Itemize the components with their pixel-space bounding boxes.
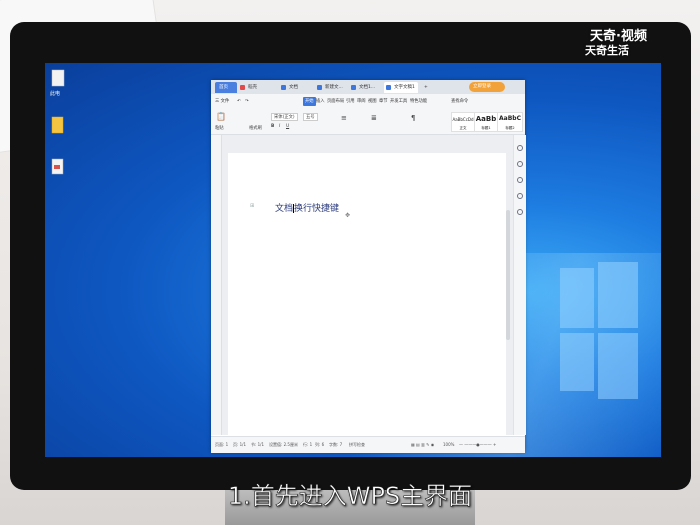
zoom-level[interactable]: 100% — [443, 442, 454, 447]
add-tab-button[interactable]: + — [422, 82, 432, 93]
status-pages: 页: 1/1 — [233, 442, 247, 447]
bold-button[interactable]: B — [271, 124, 274, 129]
style-normal[interactable]: AaBbCcDd 正文 — [451, 112, 475, 132]
redo-icon[interactable]: ↷ — [245, 97, 249, 106]
doc-icon[interactable] — [49, 158, 67, 180]
style-sample: AaBb — [475, 115, 497, 123]
document-page[interactable]: ⊞ 文档换行快捷键 ✥ — [228, 153, 506, 443]
tab-label: 新建文... — [325, 85, 343, 90]
style-sample: AaBbCcDd — [452, 117, 474, 122]
style-label: 正文 — [459, 126, 467, 130]
file-icon[interactable] — [49, 69, 67, 91]
mouse-pointer-icon: ✥ — [345, 212, 351, 219]
search-command[interactable]: 查找命令 — [451, 97, 468, 106]
watermark-logo: 天奇·视频 天奇生活 — [585, 29, 647, 58]
folder-icon[interactable] — [49, 115, 67, 137]
menu-insert[interactable]: 插入 — [316, 97, 325, 106]
paste-button[interactable]: 粘贴 — [215, 125, 224, 131]
tab-label: 首页 — [219, 85, 228, 90]
zoom-slider[interactable]: — ———●——— + — [459, 442, 496, 447]
status-row: 行: 1 — [303, 442, 313, 447]
text-before-cursor: 文档 — [275, 204, 294, 214]
login-button[interactable]: 立即登录 — [469, 82, 505, 92]
menu-view[interactable]: 视图 — [368, 97, 377, 106]
document-area: ⊞ 文档换行快捷键 ✥ — [211, 135, 525, 443]
desktop-screen: 此电 首页 稻壳 文档 新建文... 文档1... 文字文稿1 + 立即登录 三… — [45, 63, 661, 457]
tab-new-document[interactable]: 新建文... — [315, 82, 345, 93]
menu-bar: 三 文件 ↶ ↷ 开始 插入 页面布局 引用 审阅 视图 章节 开发工具 特色功… — [211, 94, 525, 110]
watermark-line-2: 天奇生活 — [585, 44, 629, 57]
font-size-select[interactable]: 五号 — [303, 113, 318, 121]
menu-reference[interactable]: 引用 — [346, 97, 355, 106]
menu-features[interactable]: 特色功能 — [410, 97, 427, 106]
tab-docer[interactable]: 稻壳 — [238, 82, 268, 93]
word-icon — [386, 85, 391, 90]
word-icon — [281, 85, 286, 90]
tab-bar: 首页 稻壳 文档 新建文... 文档1... 文字文稿1 + 立即登录 — [211, 80, 525, 94]
tab-text-document[interactable]: 文字文稿1 — [384, 82, 418, 93]
tab-label: 文字文稿1 — [394, 85, 415, 90]
spell-check[interactable]: 拼写检查 — [349, 442, 365, 448]
undo-icon[interactable]: ↶ — [237, 97, 241, 106]
docer-icon — [240, 85, 245, 90]
windows-logo — [560, 262, 640, 408]
style-label: 标题1 — [481, 126, 491, 130]
text-after-cursor: 换行快捷键 — [294, 204, 340, 214]
list-icon[interactable]: ≡ — [341, 114, 347, 122]
style-heading-2[interactable]: AaBbC 标题2 — [497, 112, 523, 132]
status-col: 列: 6 — [315, 442, 325, 447]
right-tool-panel — [513, 135, 526, 435]
word-icon — [317, 85, 322, 90]
align-icon[interactable]: ≣ — [371, 114, 377, 122]
style-heading-1[interactable]: AaBb 标题1 — [474, 112, 498, 132]
menu-home[interactable]: 开始 — [303, 97, 316, 106]
status-words[interactable]: 字数: 7 — [329, 442, 342, 448]
status-bar: 页面: 1 页: 1/1 节: 1/1 设置值: 2.5厘米 行: 1 列: 6… — [211, 436, 525, 453]
tab-label: 文档 — [289, 85, 298, 90]
format-brush-button[interactable]: 格式刷 — [249, 125, 262, 131]
share-tool-icon[interactable] — [517, 193, 523, 199]
italic-button[interactable]: I — [279, 124, 280, 129]
paragraph-handle-icon: ⊞ — [250, 203, 255, 209]
style-label: 标题2 — [505, 126, 515, 130]
select-tool-icon[interactable] — [517, 145, 523, 151]
tab-label: 稻壳 — [248, 85, 257, 90]
desktop-icon-label: 此电 — [50, 91, 61, 97]
ribbon-toolbar: 📋 粘贴 格式刷 宋体(正文) 五号 B I U ≡ ≣ ¶ AaBbCcDd … — [211, 109, 525, 135]
status-section: 节: 1/1 — [251, 442, 265, 447]
status-setting: 设置值: 2.5厘米 — [269, 442, 298, 447]
menu-page-layout[interactable]: 页面布局 — [327, 97, 344, 106]
view-icons[interactable]: ▦ ▤ ▥ ✎ ◉ — [411, 442, 434, 447]
menu-review[interactable]: 审阅 — [357, 97, 366, 106]
tab-home[interactable]: 首页 — [215, 82, 237, 93]
file-menu[interactable]: 三 文件 — [215, 97, 229, 106]
document-text[interactable]: 文档换行快捷键 — [275, 201, 339, 214]
watermark-line-1: 天奇·视频 — [590, 29, 647, 44]
shape-tool-icon[interactable] — [517, 161, 523, 167]
backup-tool-icon[interactable] — [517, 209, 523, 215]
vertical-ruler — [211, 135, 222, 435]
menu-chapter[interactable]: 章节 — [379, 97, 388, 106]
word-icon — [351, 85, 356, 90]
wps-window: 首页 稻壳 文档 新建文... 文档1... 文字文稿1 + 立即登录 三 文件… — [211, 80, 526, 453]
paste-icon[interactable]: 📋 — [216, 112, 226, 121]
settings-tool-icon[interactable] — [517, 177, 523, 183]
paragraph-icon[interactable]: ¶ — [411, 114, 415, 122]
video-caption: 1.首先进入WPS主界面 — [227, 482, 473, 511]
style-sample: AaBbC — [499, 115, 521, 122]
vertical-scrollbar[interactable] — [506, 210, 510, 340]
font-name-select[interactable]: 宋体(正文) — [271, 113, 298, 121]
status-page: 页面: 1 — [215, 442, 229, 447]
underline-button[interactable]: U — [286, 124, 289, 129]
menu-developer[interactable]: 开发工具 — [390, 97, 407, 106]
tab-document-1[interactable]: 文档1... — [349, 82, 379, 93]
tab-document[interactable]: 文档 — [279, 82, 305, 93]
tab-label: 文档1... — [359, 85, 376, 90]
